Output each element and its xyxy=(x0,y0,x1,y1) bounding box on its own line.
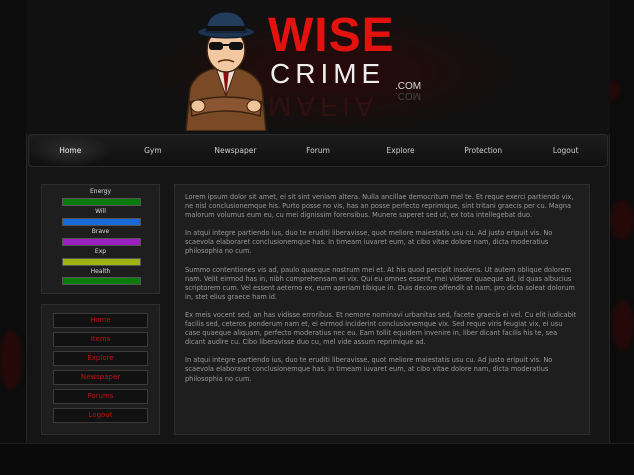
content-paragraph: Summo contentiones vis ad, paulo quaeque… xyxy=(185,265,575,301)
nav-newspaper[interactable]: Newspaper xyxy=(194,134,277,167)
main-content: Lorem ipsum dolor sit amet, ei sit sint … xyxy=(174,184,590,435)
menu-explore-button[interactable]: Explore xyxy=(53,351,148,366)
menu-forums-button[interactable]: Forums xyxy=(53,389,148,404)
logo-word-crime: CRIME xyxy=(270,58,386,89)
content-paragraph: In atqui integre partiendo ius, duo te e… xyxy=(185,229,553,256)
content-paragraph: In atqui integre partiendo ius, duo te e… xyxy=(185,356,553,383)
logo-tld-reflection: .COM xyxy=(395,90,422,101)
page-footer xyxy=(0,443,634,475)
menu-logout-button[interactable]: Logout xyxy=(53,408,148,423)
blood-splatter xyxy=(612,300,634,350)
logo-word-wise: WISE xyxy=(268,9,395,62)
stat-label-health: Health xyxy=(90,268,111,275)
logo-reflection: MAFIA xyxy=(268,91,379,122)
exp-bar xyxy=(62,258,141,266)
stat-label-energy: Energy xyxy=(89,188,111,195)
menu-home-button[interactable]: Home xyxy=(53,313,148,328)
site-logo[interactable]: WISE CRIME .COM MAFIA .COM xyxy=(176,6,436,131)
nav-logout[interactable]: Logout xyxy=(524,134,607,167)
energy-bar xyxy=(62,198,141,206)
content-paragraph: Ex meis vocent sed, an has vidisse error… xyxy=(185,310,577,347)
menu-items-button[interactable]: Items xyxy=(53,332,148,347)
stat-label-brave: Brave xyxy=(91,228,110,235)
gangster-mascot-icon xyxy=(185,11,267,131)
will-bar xyxy=(62,218,141,226)
health-bar xyxy=(62,277,141,285)
nav-explore[interactable]: Explore xyxy=(359,134,442,167)
blood-splatter xyxy=(610,200,634,240)
blood-splatter xyxy=(0,330,22,390)
stat-label-will: Will xyxy=(95,208,106,215)
main-nav: Home Gym Newspaper Forum Explore Protect… xyxy=(28,134,608,167)
nav-gym[interactable]: Gym xyxy=(112,134,195,167)
menu-newspaper-button[interactable]: Newspaper xyxy=(53,370,148,385)
stats-panel: Energy Will Brave Exp Health xyxy=(41,184,160,294)
nav-home[interactable]: Home xyxy=(29,134,112,167)
stat-label-exp: Exp xyxy=(94,248,107,255)
content-paragraph: Lorem ipsum dolor sit amet, ei sit sint … xyxy=(185,193,574,220)
side-menu: Home Items Explore Newspaper Forums Logo… xyxy=(41,304,160,435)
nav-forum[interactable]: Forum xyxy=(277,134,360,167)
site-header: WISE CRIME .COM MAFIA .COM xyxy=(26,0,610,134)
brave-bar xyxy=(62,238,141,246)
nav-protection[interactable]: Protection xyxy=(442,134,525,167)
